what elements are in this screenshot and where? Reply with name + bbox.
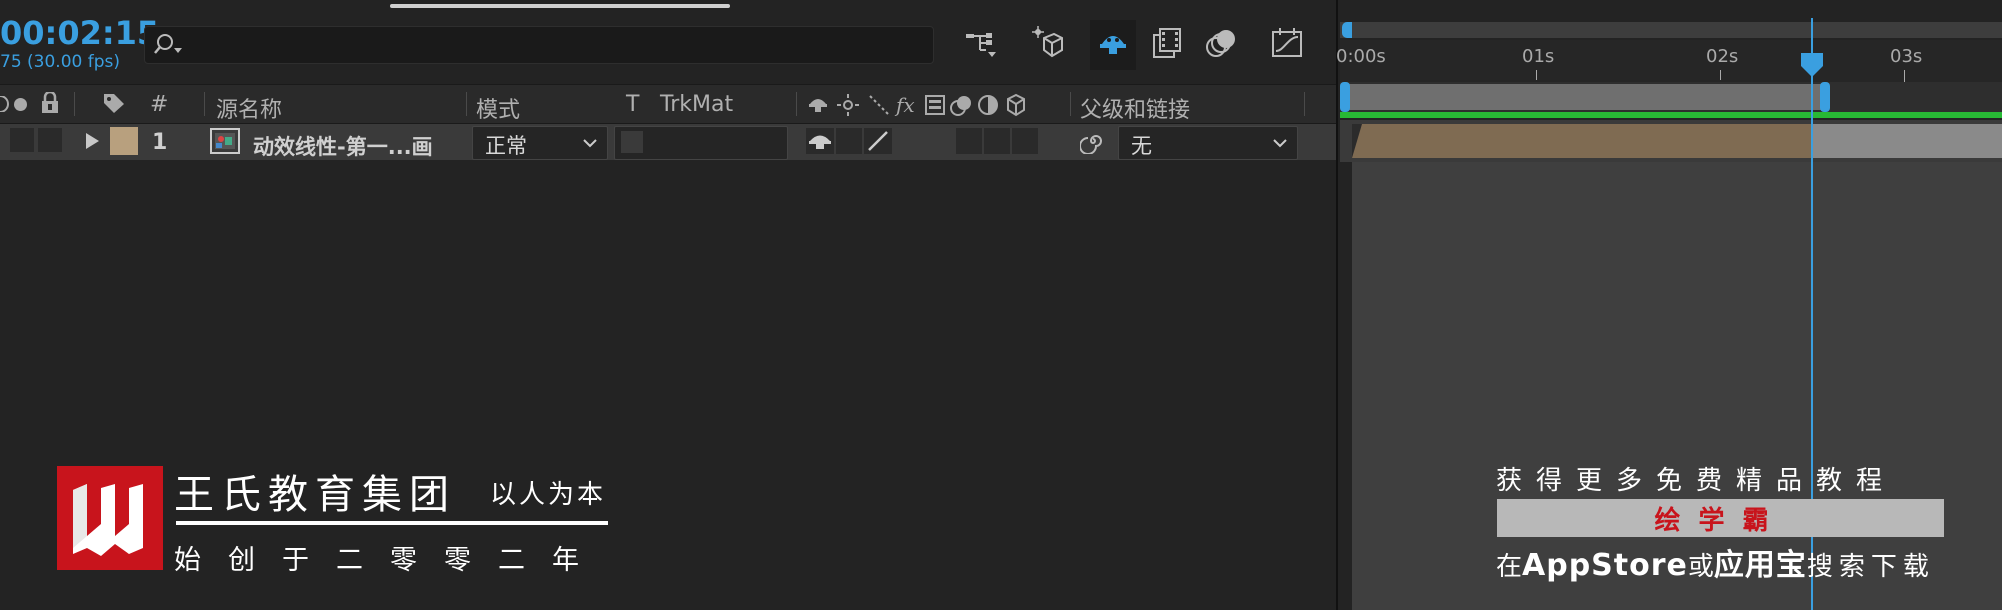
composition-icon — [210, 128, 240, 158]
video-toggle[interactable] — [10, 128, 34, 152]
promo-line-3: 在AppStore或应用宝搜索下载 — [1496, 540, 1935, 584]
layer-name[interactable]: 动效线性-第一...画 — [253, 131, 433, 161]
navigator-start-handle[interactable] — [1342, 22, 1352, 38]
promo-line-1: 获得更多免费精品教程 — [1496, 466, 1897, 496]
flowchart-icon — [964, 28, 998, 62]
graph-editor-icon — [1270, 27, 1304, 63]
shy-icon — [806, 135, 834, 158]
promo-text-c: 或 — [1687, 552, 1714, 582]
tick-2: 02s — [1706, 46, 1739, 67]
pick-whip-icon[interactable] — [1079, 128, 1106, 158]
shy-layers-icon — [1096, 28, 1130, 62]
chevron-down-icon — [1271, 133, 1289, 151]
audio-toggle-icon[interactable] — [14, 98, 27, 111]
graph-editor-button[interactable] — [1264, 20, 1310, 70]
blend-mode-value: 正常 — [485, 134, 527, 158]
tick-1: 01s — [1522, 46, 1555, 67]
time-navigator-bar[interactable] — [1340, 22, 2002, 38]
blend-mode-select[interactable]: 正常 — [472, 126, 608, 160]
column-parent-link[interactable]: 父级和链接 — [1080, 92, 1190, 124]
search-input[interactable] — [144, 26, 934, 64]
quality-switch[interactable] — [864, 128, 892, 154]
expand-arrow-icon[interactable] — [84, 132, 100, 154]
switches-icons: fx — [808, 92, 1034, 124]
column-trkmat: TrkMat — [660, 92, 734, 117]
column-number: # — [150, 92, 169, 117]
motion-blur-button[interactable] — [1198, 20, 1244, 70]
shy-layers-button[interactable] — [1090, 20, 1136, 70]
audio-toggle[interactable] — [38, 128, 62, 152]
layer-number: 1 — [152, 130, 168, 155]
promo-brand: 绘学霸 — [1654, 506, 1787, 536]
brand-title: 王氏教育集团 — [174, 472, 456, 518]
draft-3d-icon — [1030, 26, 1064, 64]
brand-since: 始创于二零零二年 — [174, 545, 606, 576]
work-area-end-handle[interactable] — [1820, 82, 1830, 112]
frame-blend-switch[interactable] — [956, 128, 982, 154]
adjustment-switch[interactable] — [1012, 128, 1038, 154]
search-icon[interactable] — [154, 32, 184, 58]
promo-text-e: 搜索下载 — [1806, 552, 1935, 582]
promo-yingyongbao: 应用宝 — [1713, 548, 1807, 583]
work-area-start-handle[interactable] — [1340, 82, 1350, 112]
column-source-name[interactable]: 源名称 — [216, 92, 282, 124]
flowchart-button[interactable] — [958, 20, 1004, 70]
shy-switch[interactable] — [806, 128, 834, 154]
solo-icon[interactable] — [0, 95, 10, 116]
draft-3d-button[interactable] — [1024, 20, 1070, 70]
parent-value: 无 — [1131, 134, 1152, 158]
lock-icon[interactable] — [40, 90, 60, 118]
work-area-bar[interactable] — [1346, 84, 1826, 110]
playhead-handle[interactable] — [1800, 52, 1824, 82]
brand-divider — [176, 521, 608, 525]
frame-blending-button[interactable] — [1144, 20, 1190, 70]
tick-0: 0:00s — [1336, 46, 1386, 67]
collapse-switch[interactable] — [836, 128, 862, 154]
brand-logo — [57, 466, 163, 570]
panel-drag-bar[interactable] — [390, 4, 730, 8]
render-cache-bar — [1340, 112, 2002, 118]
svg-text:fx: fx — [894, 93, 915, 117]
frame-rate-label: 75 (30.00 fps) — [0, 52, 121, 72]
layer-duration-bar[interactable] — [1352, 124, 1812, 158]
brand-slogan: 以人为本 — [490, 480, 607, 510]
tick-3: 03s — [1890, 46, 1923, 67]
current-timecode[interactable]: 00:02:15 — [0, 14, 159, 52]
trkmat-field[interactable] — [614, 126, 788, 160]
quality-slash-icon — [864, 131, 892, 158]
preserve-transparency-toggle[interactable] — [621, 131, 643, 153]
promo-appstore: AppStore — [1522, 548, 1688, 583]
label-tag-icon[interactable] — [102, 92, 126, 118]
motion-blur-icon — [1204, 27, 1238, 63]
frame-blending-icon — [1150, 27, 1184, 63]
parent-select[interactable]: 无 — [1118, 126, 1298, 160]
promo-text-a: 在 — [1496, 552, 1523, 582]
column-mode: 模式 — [476, 98, 521, 123]
layer-label-color[interactable] — [110, 127, 138, 155]
column-t: T — [626, 92, 640, 117]
chevron-down-icon — [581, 133, 599, 151]
motion-blur-switch[interactable] — [984, 128, 1010, 154]
